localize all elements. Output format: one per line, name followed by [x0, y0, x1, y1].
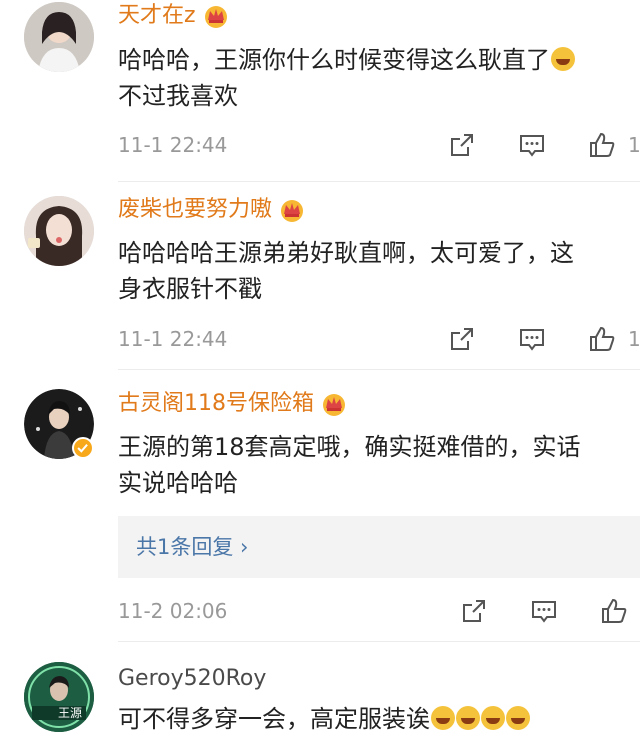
comment-text-line: 身衣服针不戳	[118, 275, 262, 303]
comment-icon[interactable]	[518, 325, 546, 353]
view-replies-link[interactable]: 共1条回复 ›	[136, 532, 248, 562]
comment-text: 可不得多穿一会，高定服装诶	[118, 701, 640, 737]
laughing-emoji-icon	[431, 706, 455, 730]
share-icon[interactable]	[460, 597, 488, 625]
comment-item: 天才在z 哈哈哈，王源你什么时候变得这么耿直了 不过我喜欢 11-1 22:44…	[0, 0, 640, 182]
comment-item: 废柴也要努力嗷 哈哈哈哈王源弟弟好耿直啊，太可爱了，这 身衣服针不戳 11-1 …	[0, 182, 640, 370]
comment-text-line: 可不得多穿一会，高定服装诶	[118, 701, 640, 737]
comment-text-line: 哈哈哈，王源你什么时候变得这么耿直了	[118, 46, 550, 74]
comment-text-line: 王源的第18套高定哦，确实挺难借的，实话	[118, 433, 581, 461]
comment-text-line: 哈哈哈哈王源弟弟好耿直啊，太可爱了，这	[118, 239, 574, 267]
username[interactable]: 古灵阁118号保险箱	[118, 390, 348, 418]
like-count: 1	[628, 327, 640, 351]
laughing-emoji-icon	[506, 706, 530, 730]
comment-text-line: 实说哈哈哈	[118, 469, 238, 497]
comment-text: 哈哈哈哈王源弟弟好耿直啊，太可爱了，这 身衣服针不戳	[118, 235, 640, 307]
crown-icon	[278, 197, 306, 223]
laughing-emoji-icon	[551, 47, 575, 71]
share-icon[interactable]	[448, 325, 476, 353]
avatar[interactable]	[24, 2, 94, 72]
comment-item: 王源 Geroy520Roy 可不得多穿一会，高定服装诶	[0, 642, 640, 733]
comment-time: 11-1 22:44	[118, 327, 228, 351]
comment-time: 11-2 02:06	[118, 599, 228, 623]
avatar-text: 王源	[58, 706, 83, 720]
comment-item: 古灵阁118号保险箱 王源的第18套高定哦，确实挺难借的，实话 实说哈哈哈 共1…	[0, 370, 640, 642]
like-icon[interactable]	[600, 597, 628, 625]
comment-time: 11-1 22:44	[118, 133, 228, 157]
laughing-emoji-icon	[481, 706, 505, 730]
username[interactable]: 废柴也要努力嗷	[118, 196, 306, 224]
comment-icon[interactable]	[518, 131, 546, 159]
like-icon[interactable]	[588, 325, 616, 353]
comment-meta: 11-2 02:06	[118, 595, 640, 627]
laughing-emoji-icon	[456, 706, 480, 730]
comment-text: 王源的第18套高定哦，确实挺难借的，实话 实说哈哈哈	[118, 429, 640, 501]
avatar[interactable]: 王源	[24, 662, 94, 732]
crown-icon	[320, 391, 348, 417]
crown-icon	[202, 3, 230, 29]
reply-box: 共1条回复 ›	[118, 516, 640, 578]
comment-icon[interactable]	[530, 597, 558, 625]
username[interactable]: Geroy520Roy	[118, 665, 266, 693]
avatar[interactable]	[24, 389, 94, 459]
avatar[interactable]	[24, 196, 94, 266]
comment-meta: 11-1 22:44 1	[118, 323, 640, 355]
comment-meta: 11-1 22:44 1	[118, 129, 640, 161]
username[interactable]: 天才在z	[118, 2, 230, 30]
share-icon[interactable]	[448, 131, 476, 159]
like-icon[interactable]	[588, 131, 616, 159]
comment-text-line: 不过我喜欢	[118, 82, 238, 110]
verified-icon	[72, 437, 94, 459]
comment-text: 哈哈哈，王源你什么时候变得这么耿直了 不过我喜欢	[118, 42, 640, 114]
like-count: 1	[628, 133, 640, 157]
